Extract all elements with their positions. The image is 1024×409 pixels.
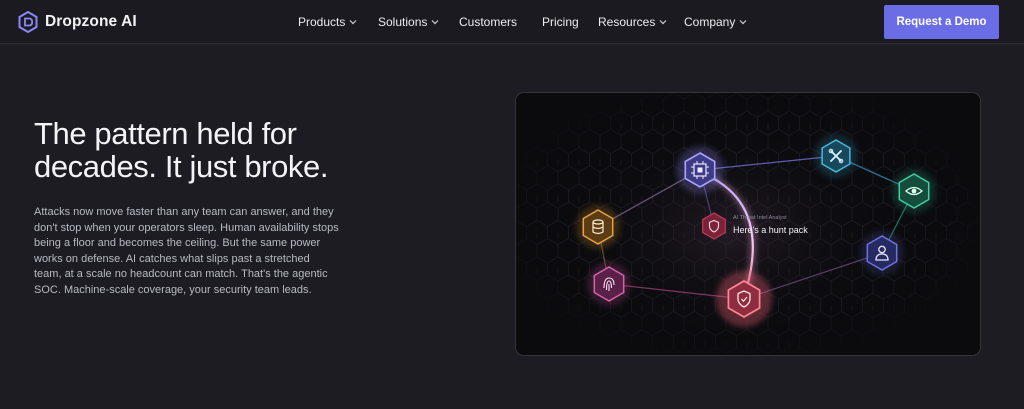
agent-role-caption: AI Threat Intel Analyst (733, 215, 787, 221)
chevron-down-icon (431, 20, 439, 25)
nav-products[interactable]: Products (298, 15, 357, 29)
nav-resources-label: Resources (598, 15, 656, 29)
hero-headline-line-1: The pattern held for (34, 116, 297, 151)
fingerprint-icon (587, 262, 631, 306)
hero-headline: The pattern held for decades. It just br… (34, 117, 394, 183)
tools-icon (814, 134, 858, 178)
nav-pricing-label: Pricing (542, 15, 579, 29)
request-demo-button[interactable]: Request a Demo (884, 5, 999, 39)
agent-network-graphic: AI Threat Intel Analyst Here's a hunt pa… (515, 92, 981, 356)
top-navigation-bar: Dropzone AI Products Solutions Customers… (0, 0, 1024, 44)
brand-name: Dropzone AI (45, 13, 137, 30)
nav-company[interactable]: Company (684, 15, 747, 29)
database-icon (576, 205, 620, 249)
nav-company-label: Company (684, 15, 736, 29)
hero-headline-line-2: decades. It just broke. (34, 149, 329, 184)
shield-check-icon (716, 271, 772, 327)
nav-pricing[interactable]: Pricing (542, 15, 579, 29)
chevron-down-icon (659, 20, 667, 25)
network-chip-icon (676, 146, 724, 194)
user-icon (860, 231, 904, 275)
agent-message-card: AI Threat Intel Analyst Here's a hunt pa… (725, 211, 829, 241)
nav-solutions-label: Solutions (378, 15, 428, 29)
brand-logo[interactable]: Dropzone AI (18, 11, 137, 33)
nav-resources[interactable]: Resources (598, 15, 667, 29)
agent-message-text: Here's a hunt pack (733, 225, 808, 235)
dropzone-logo-icon (18, 11, 38, 33)
chevron-down-icon (349, 20, 357, 25)
nav-customers-label: Customers (459, 15, 518, 29)
nav-solutions[interactable]: Solutions (378, 15, 439, 29)
eye-icon (892, 169, 936, 213)
chevron-down-icon (739, 20, 747, 25)
nav-products-label: Products (298, 15, 346, 29)
hero-body-text: Attacks now move faster than any team ca… (34, 206, 339, 296)
nav-customers[interactable]: Customers (459, 15, 517, 29)
shield-icon (702, 212, 726, 240)
